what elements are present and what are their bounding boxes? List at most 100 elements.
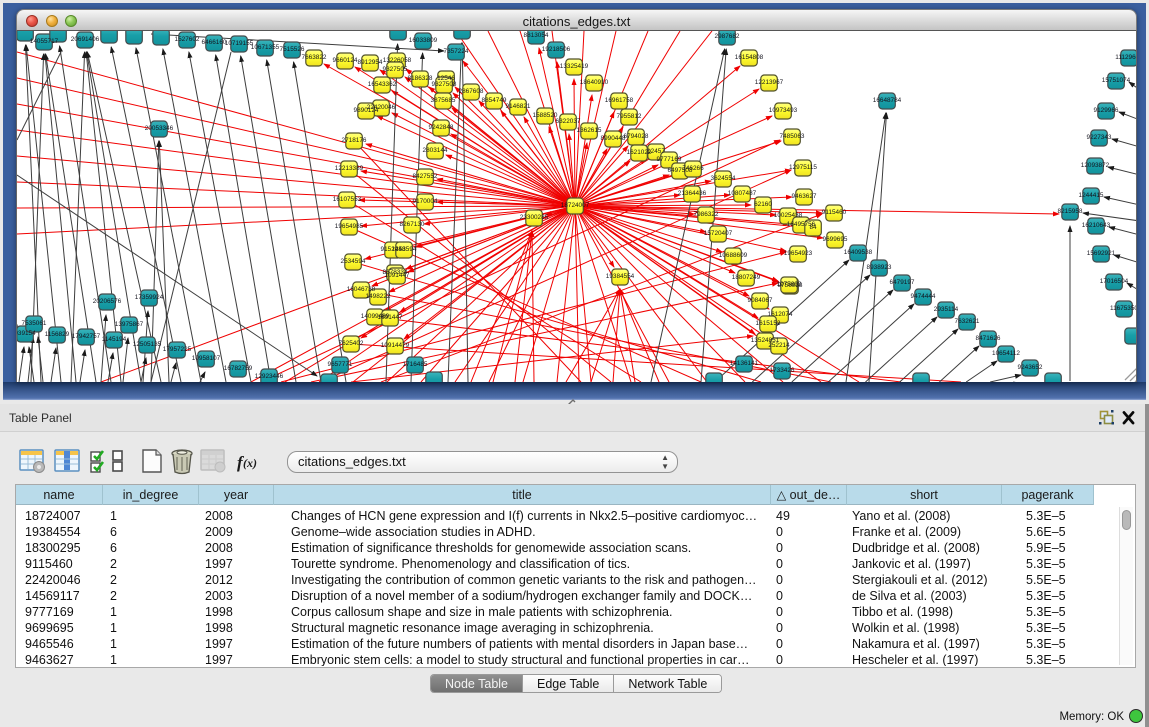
svg-text:16543362: 16543362 (368, 81, 397, 88)
svg-text:10973493: 10973493 (769, 107, 798, 114)
svg-text:16961758: 16961758 (605, 97, 634, 104)
svg-text:16154808: 16154808 (735, 54, 764, 61)
svg-text:9129966: 9129966 (1094, 107, 1119, 114)
svg-text:12975115: 12975115 (789, 164, 817, 171)
svg-text:3875685: 3875685 (431, 97, 456, 104)
svg-text:7625402: 7625402 (339, 340, 364, 347)
svg-text:1733426: 1733426 (770, 367, 795, 374)
svg-text:746266: 746266 (682, 165, 704, 172)
svg-text:16033809: 16033809 (409, 37, 438, 44)
svg-text:16648784: 16648784 (873, 97, 902, 104)
svg-text:9327505: 9327505 (383, 66, 408, 73)
svg-text:16409538: 16409538 (844, 249, 873, 256)
svg-text:8267130: 8267130 (400, 221, 425, 228)
svg-text:16782759: 16782759 (224, 365, 253, 372)
svg-text:1498222: 1498222 (366, 293, 391, 300)
svg-text:6322037: 6322037 (556, 118, 581, 125)
svg-text:17942757: 17942757 (72, 333, 101, 340)
svg-text:10671355: 10671355 (251, 44, 280, 51)
svg-text:17359924: 17359924 (135, 294, 164, 301)
svg-text:18724007: 18724007 (561, 202, 590, 209)
svg-text:1975692: 1975692 (777, 281, 802, 288)
svg-text:12505135: 12505135 (133, 341, 162, 348)
svg-text:10807487: 10807487 (728, 190, 757, 197)
svg-text:10688609: 10688609 (719, 252, 748, 259)
svg-text:15720407: 15720407 (704, 230, 733, 237)
svg-text:16210643: 16210643 (1082, 222, 1111, 229)
svg-text:1362615: 1362615 (577, 127, 602, 134)
svg-text:8471626: 8471626 (976, 335, 1001, 342)
svg-text:8186328: 8186328 (408, 75, 433, 82)
svg-text:1691447: 1691447 (378, 314, 403, 321)
svg-text:20053346: 20053346 (145, 125, 174, 132)
svg-text:20691406: 20691406 (71, 36, 100, 43)
svg-text:1588520: 1588520 (533, 112, 558, 119)
svg-text:1145194: 1145194 (102, 336, 127, 343)
svg-text:2987682: 2987682 (715, 33, 740, 40)
svg-text:8427552: 8427552 (413, 173, 438, 180)
svg-text:9474444: 9474444 (911, 293, 936, 300)
svg-text:9084067: 9084067 (748, 297, 773, 304)
svg-text:(x): (x) (243, 456, 257, 470)
svg-text:9660124: 9660124 (333, 57, 358, 64)
svg-text:8938923: 8938923 (867, 264, 892, 271)
svg-text:1615152: 1615152 (756, 320, 781, 327)
svg-text:9657771: 9657771 (328, 361, 353, 368)
svg-text:9146821: 9146821 (506, 103, 531, 110)
svg-text:9890124: 9890124 (354, 107, 379, 114)
svg-text:19654985: 19654985 (335, 223, 364, 230)
svg-text:1091447: 1091447 (385, 272, 410, 279)
svg-text:9463627: 9463627 (792, 193, 817, 200)
svg-text:7357224: 7357224 (444, 48, 469, 55)
svg-text:19218506: 19218506 (542, 46, 571, 53)
svg-text:14055717: 14055717 (30, 38, 59, 45)
svg-text:8854749: 8854749 (482, 97, 507, 104)
svg-text:2718176: 2718176 (342, 137, 367, 144)
svg-text:18640910: 18640910 (580, 79, 609, 86)
svg-text:7955812: 7955812 (617, 113, 642, 120)
svg-text:12213967: 12213967 (755, 79, 784, 86)
svg-text:9115460: 9115460 (822, 209, 847, 216)
svg-text:13975867: 13975867 (115, 321, 144, 328)
svg-text:12093872: 12093872 (1081, 162, 1110, 169)
svg-text:9327508: 9327508 (432, 81, 457, 88)
svg-text:16046738: 16046738 (347, 286, 376, 293)
svg-text:10958107: 10958107 (192, 355, 221, 362)
svg-text:1156829: 1156829 (45, 331, 70, 338)
svg-text:2534594: 2534594 (341, 258, 366, 265)
svg-text:939154: 939154 (17, 330, 36, 337)
svg-text:19654923: 19654923 (784, 250, 813, 257)
svg-text:17016504: 17016504 (1100, 278, 1129, 285)
svg-text:11675350: 11675350 (1110, 305, 1137, 312)
svg-text:10025438: 10025438 (774, 212, 803, 219)
svg-text:9170004: 9170004 (413, 198, 438, 205)
svg-text:1527602: 1527602 (175, 36, 200, 43)
svg-text:20206576: 20206576 (93, 298, 122, 305)
svg-text:10719155: 10719155 (225, 40, 254, 47)
svg-text:2935114: 2935114 (934, 306, 959, 313)
svg-text:9699695: 9699695 (823, 236, 848, 243)
svg-text:13325419: 13325419 (560, 63, 589, 70)
svg-text:8990448: 8990448 (601, 135, 626, 142)
svg-text:7485063: 7485063 (780, 133, 805, 140)
svg-text:11129606: 11129606 (1115, 54, 1137, 61)
svg-text:7632621: 7632621 (955, 318, 980, 325)
svg-text:6479197: 6479197 (890, 279, 915, 286)
svg-text:7663822: 7663822 (302, 54, 327, 61)
svg-text:6794028: 6794028 (624, 133, 649, 140)
svg-text:9242848: 9242848 (429, 124, 454, 131)
svg-text:6466160: 6466160 (202, 39, 227, 46)
svg-text:16107553: 16107553 (333, 196, 362, 203)
svg-text:10654112: 10654112 (992, 350, 1020, 357)
svg-text:9227343: 9227343 (1087, 134, 1112, 141)
svg-text:7535061: 7535061 (22, 320, 47, 327)
svg-text:19384554: 19384554 (606, 273, 635, 280)
svg-text:84: 84 (809, 224, 817, 231)
svg-text:1253594: 1253594 (392, 246, 417, 253)
svg-text:12457: 12457 (647, 148, 665, 155)
svg-text:9243652: 9243652 (1018, 364, 1043, 371)
svg-text:18807249: 18807249 (732, 274, 761, 281)
svg-text:62160: 62160 (754, 201, 772, 208)
svg-text:2867608: 2867608 (459, 88, 484, 95)
svg-text:21364436: 21364436 (678, 190, 707, 197)
